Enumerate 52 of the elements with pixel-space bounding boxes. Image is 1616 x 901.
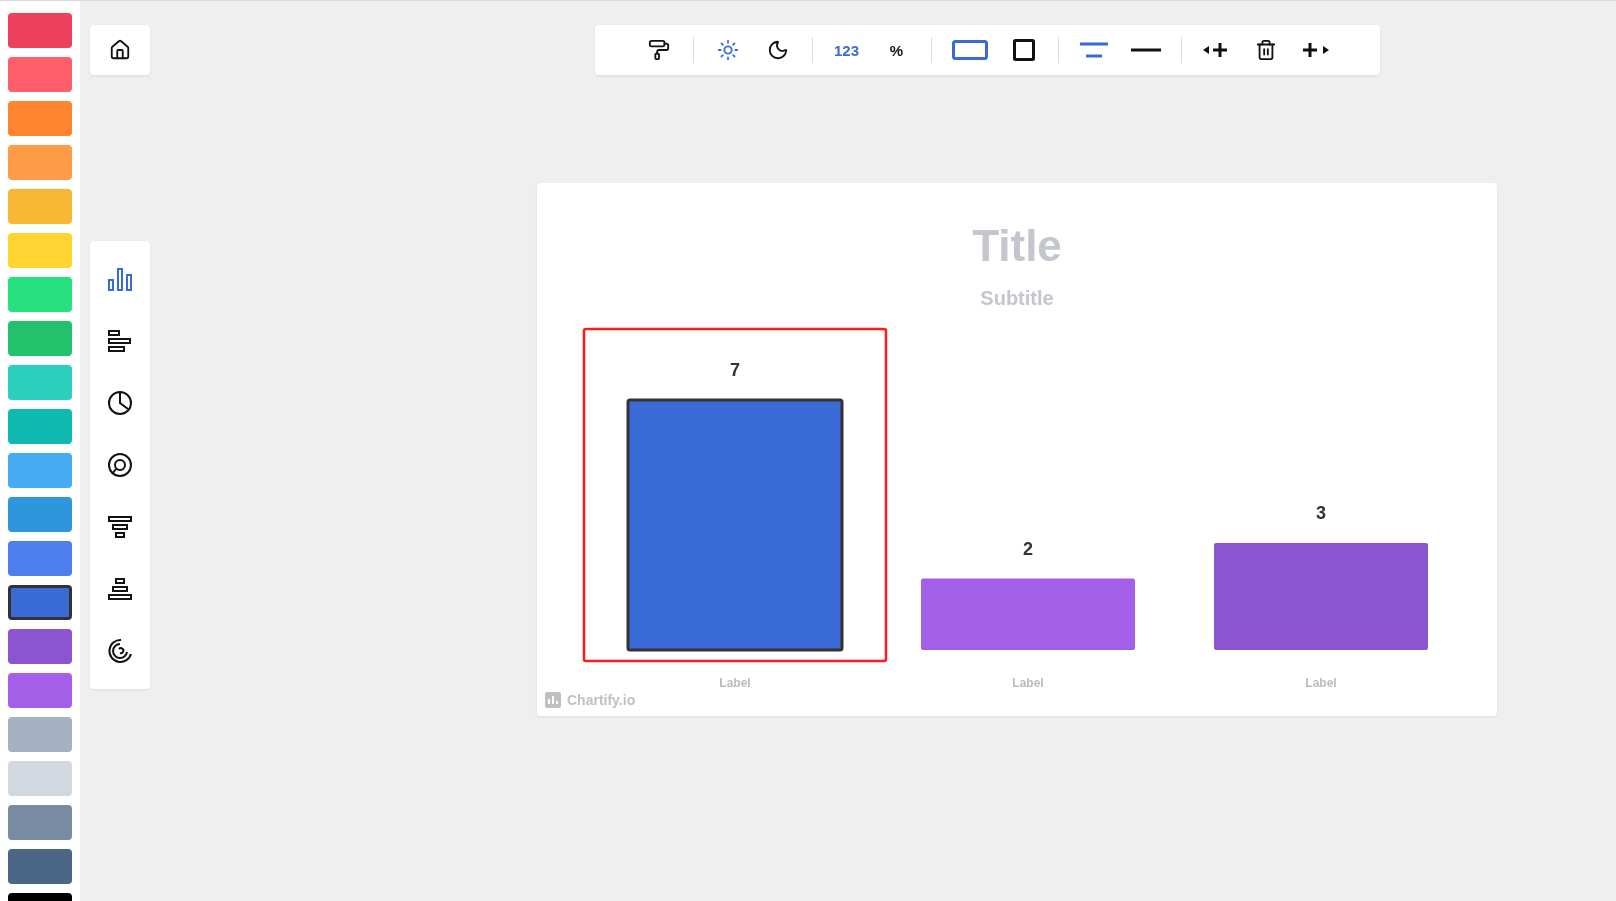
bar[interactable]: [626, 398, 844, 652]
moon-icon: [766, 39, 789, 61]
line-icon: [1130, 47, 1161, 53]
color-swatch[interactable]: [8, 57, 72, 92]
two-lines-icon: [1078, 42, 1109, 58]
color-swatch[interactable]: [8, 673, 72, 708]
color-swatch[interactable]: [8, 277, 72, 312]
color-swatch[interactable]: [8, 849, 72, 884]
color-swatch[interactable]: [8, 629, 72, 664]
category-label: Label: [719, 676, 751, 690]
category-label: Label: [1012, 676, 1044, 690]
pyramid-chart-icon: [107, 576, 133, 602]
paint-roller-icon: [647, 39, 670, 61]
color-swatch[interactable]: [8, 13, 72, 48]
color-swatch[interactable]: [8, 101, 72, 136]
funnel-chart-icon: [107, 514, 133, 540]
plus-arrow-right-icon: [1301, 42, 1330, 58]
toolbar-button[interactable]: 123: [828, 32, 865, 68]
bar-chart-icon: [107, 328, 133, 354]
chart-subtitle: Subtitle: [980, 287, 1054, 310]
color-swatch[interactable]: [8, 805, 72, 840]
color-swatch[interactable]: [8, 717, 72, 752]
value-label: 7: [730, 360, 740, 381]
watermark-text: Chartify.io: [567, 692, 636, 708]
category-label: Label: [1305, 676, 1337, 690]
wide-rectangle-icon: [951, 40, 988, 60]
chart-logo-icon: [545, 692, 561, 708]
pie-chart-icon: [107, 390, 133, 416]
spiral-chart-icon: [107, 638, 133, 664]
color-swatch[interactable]: [8, 409, 72, 444]
chart-title: Title: [972, 221, 1062, 271]
donut-chart-icon: [107, 452, 133, 478]
sun-icon: [716, 39, 739, 61]
home-icon: [109, 39, 131, 61]
column-chart-icon: [107, 266, 133, 292]
home-button[interactable]: [90, 25, 150, 75]
color-swatch[interactable]: [8, 233, 72, 268]
color-swatch[interactable]: [8, 145, 72, 180]
value-label: 2: [1023, 538, 1033, 559]
color-swatch[interactable]: [8, 321, 72, 356]
toolbar-button[interactable]: %: [878, 32, 915, 68]
color-swatch[interactable]: [8, 497, 72, 532]
color-swatch[interactable]: [8, 585, 72, 620]
color-swatch[interactable]: [8, 541, 72, 576]
color-swatch[interactable]: [8, 189, 72, 224]
trash-icon: [1254, 39, 1277, 61]
color-swatch[interactable]: [8, 761, 72, 796]
color-swatch[interactable]: [8, 453, 72, 488]
arrow-left-plus-icon: [1201, 42, 1230, 58]
value-label: 3: [1316, 502, 1326, 523]
square-icon: [1012, 39, 1035, 61]
color-swatch[interactable]: [8, 365, 72, 400]
